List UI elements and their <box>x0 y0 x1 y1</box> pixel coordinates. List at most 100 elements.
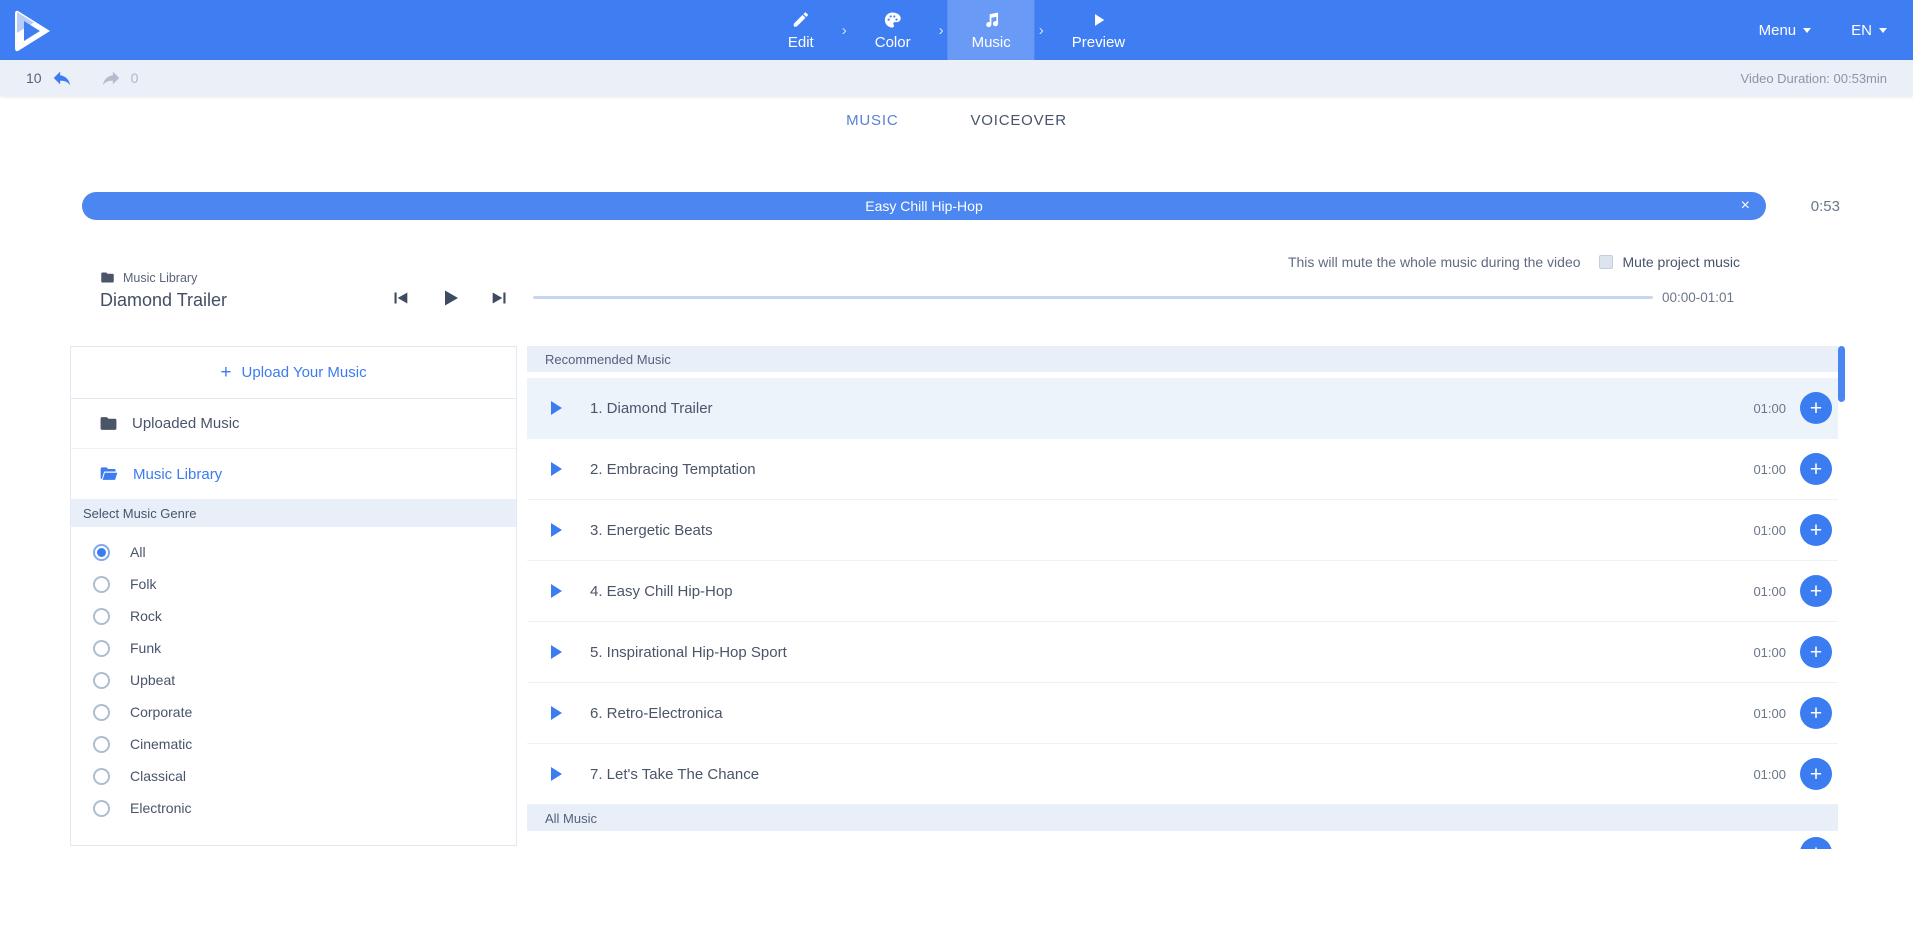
sidebar-item-uploaded-music[interactable]: Uploaded Music <box>71 399 516 449</box>
current-track-title: Diamond Trailer <box>100 290 227 311</box>
mute-checkbox[interactable] <box>1599 255 1613 269</box>
all-music-header: All Music <box>527 805 1838 831</box>
radio-icon <box>93 704 110 721</box>
mute-checkbox-label[interactable]: Mute project music <box>1623 254 1740 270</box>
undo-button[interactable] <box>51 67 73 89</box>
track-source-label: Music Library <box>123 271 197 285</box>
add-track-button[interactable]: + <box>1800 758 1832 790</box>
add-track-button[interactable]: + <box>1800 697 1832 729</box>
menu-label: Menu <box>1759 22 1797 39</box>
play-track-icon[interactable] <box>551 706 562 720</box>
header-right-controls: Menu EN <box>1759 0 1887 60</box>
music-player: Music Library Diamond Trailer This will … <box>0 232 1913 324</box>
nav-step-preview[interactable]: Preview <box>1048 0 1149 60</box>
redo-count: 0 <box>131 70 139 86</box>
genre-option-rock[interactable]: Rock <box>71 600 516 632</box>
track-row[interactable]: 1. Diamond Trailer 01:00 + <box>527 378 1838 439</box>
clip-duration: 0:53 <box>1782 198 1840 215</box>
genre-option-upbeat[interactable]: Upbeat <box>71 664 516 696</box>
track-title: 2. Embracing Temptation <box>590 461 756 478</box>
play-track-icon[interactable] <box>551 584 562 598</box>
track-row[interactable]: 3. Energetic Beats 01:00 + <box>527 500 1838 561</box>
upload-music-button[interactable]: + Upload Your Music <box>71 347 516 399</box>
genre-option-cinematic[interactable]: Cinematic <box>71 728 516 760</box>
next-track-button[interactable] <box>488 286 512 310</box>
radio-icon <box>93 736 110 753</box>
undo-count: 10 <box>26 70 42 86</box>
track-row[interactable]: 4. Easy Chill Hip-Hop 01:00 + <box>527 561 1838 622</box>
add-track-button[interactable]: + <box>1800 392 1832 424</box>
play-button[interactable] <box>438 286 462 310</box>
track-row[interactable]: 2. Embracing Temptation 01:00 + <box>527 439 1838 500</box>
track-time-range: 00:00-01:01 <box>1662 290 1734 305</box>
genre-option-classical[interactable]: Classical <box>71 760 516 792</box>
menu-dropdown[interactable]: Menu <box>1759 22 1812 39</box>
track-progress-bar[interactable] <box>533 296 1653 299</box>
play-track-icon[interactable] <box>551 462 562 476</box>
track-title: 5. Inspirational Hip-Hop Sport <box>590 644 787 661</box>
play-icon <box>1088 9 1109 30</box>
play-track-icon[interactable] <box>551 401 562 415</box>
nav-step-label: Color <box>875 34 911 51</box>
genre-label: All <box>130 544 146 560</box>
track-row[interactable]: + <box>527 831 1838 849</box>
track-duration: 01:00 <box>1753 401 1786 416</box>
clip-label: Easy Chill Hip-Hop <box>865 198 982 214</box>
nav-step-color[interactable]: Color <box>851 0 935 60</box>
music-voiceover-tabs: MUSIC VOICEOVER <box>0 96 1913 144</box>
genre-option-all[interactable]: All <box>71 536 516 568</box>
genre-label: Electronic <box>130 800 191 816</box>
tab-voiceover[interactable]: VOICEOVER <box>970 112 1066 129</box>
track-duration: 01:00 <box>1753 523 1786 538</box>
tab-music[interactable]: MUSIC <box>846 112 898 129</box>
track-title: 3. Energetic Beats <box>590 522 713 539</box>
genre-option-folk[interactable]: Folk <box>71 568 516 600</box>
play-track-icon[interactable] <box>551 645 562 659</box>
language-dropdown[interactable]: EN <box>1851 22 1887 39</box>
chevron-right-icon: › <box>838 0 851 60</box>
radio-icon <box>93 672 110 689</box>
track-row[interactable]: 5. Inspirational Hip-Hop Sport 01:00 + <box>527 622 1838 683</box>
caret-down-icon <box>1803 28 1811 33</box>
nav-step-music[interactable]: Music <box>948 0 1035 60</box>
track-list: Recommended Music 1. Diamond Trailer 01:… <box>527 346 1838 849</box>
caret-down-icon <box>1879 28 1887 33</box>
track-duration: 01:00 <box>1753 462 1786 477</box>
genre-label: Funk <box>130 640 161 656</box>
track-title: 7. Let's Take The Chance <box>590 766 759 783</box>
music-note-icon <box>981 9 1002 30</box>
track-duration: 01:00 <box>1753 767 1786 782</box>
nav-step-edit[interactable]: Edit <box>764 0 838 60</box>
previous-track-button[interactable] <box>388 286 412 310</box>
add-track-button[interactable]: + <box>1800 575 1832 607</box>
play-track-icon[interactable] <box>551 767 562 781</box>
genre-option-corporate[interactable]: Corporate <box>71 696 516 728</box>
upload-music-label: Upload Your Music <box>242 364 367 381</box>
add-track-button[interactable]: + <box>1800 837 1832 849</box>
sidebar-item-music-library[interactable]: Music Library <box>71 449 516 499</box>
genre-option-electronic[interactable]: Electronic <box>71 792 516 824</box>
genre-label: Rock <box>130 608 162 624</box>
add-track-button[interactable]: + <box>1800 636 1832 668</box>
track-row[interactable]: 7. Let's Take The Chance 01:00 + <box>527 744 1838 805</box>
pencil-icon <box>790 9 811 30</box>
genre-section-header: Select Music Genre <box>71 499 516 527</box>
genre-label: Folk <box>130 576 156 592</box>
list-scrollbar[interactable] <box>1838 346 1845 402</box>
close-icon[interactable]: × <box>1741 198 1750 214</box>
genre-option-funk[interactable]: Funk <box>71 632 516 664</box>
genre-label: Classical <box>130 768 186 784</box>
folder-icon <box>99 414 118 433</box>
track-row[interactable]: 6. Retro-Electronica 01:00 + <box>527 683 1838 744</box>
music-timeline: Easy Chill Hip-Hop × 0:53 <box>0 192 1913 220</box>
redo-button[interactable] <box>100 67 122 89</box>
add-track-button[interactable]: + <box>1800 453 1832 485</box>
play-track-icon[interactable] <box>551 523 562 537</box>
genre-list: All Folk Rock Funk Upbeat Corporate <box>71 527 516 824</box>
add-track-button[interactable]: + <box>1800 514 1832 546</box>
radio-icon <box>93 576 110 593</box>
music-clip-bar[interactable]: Easy Chill Hip-Hop × <box>82 192 1766 220</box>
app-logo-icon[interactable] <box>8 5 58 55</box>
language-label: EN <box>1851 22 1872 39</box>
chevron-right-icon: › <box>1035 0 1048 60</box>
